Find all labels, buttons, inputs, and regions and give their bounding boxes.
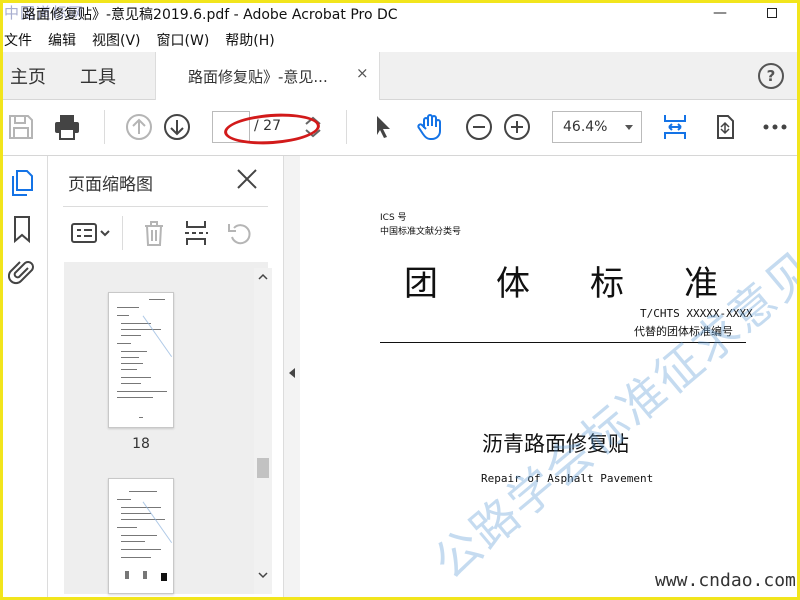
scrollbar-thumb[interactable] bbox=[257, 458, 269, 478]
toolbar-separator bbox=[346, 110, 347, 144]
panel-separator bbox=[122, 216, 123, 250]
zoom-dropdown[interactable]: 46.4% bbox=[552, 111, 642, 143]
hand-icon[interactable] bbox=[416, 112, 446, 142]
trash-icon[interactable] bbox=[140, 218, 168, 248]
thumbnails-list: 18 bbox=[64, 262, 268, 594]
rotate-view-icon[interactable] bbox=[710, 112, 740, 142]
chevron-down-icon bbox=[625, 125, 633, 130]
page-thumbnail[interactable] bbox=[108, 292, 174, 428]
toolbar: / 27 46.4% bbox=[0, 100, 800, 156]
menu-window[interactable]: 窗口(W) bbox=[157, 30, 210, 50]
save-icon[interactable] bbox=[6, 112, 36, 142]
heading-char: 团 bbox=[404, 264, 438, 304]
menu-edit[interactable]: 编辑 bbox=[48, 30, 76, 50]
document-tab-label: 路面修复贴》-意见... bbox=[188, 68, 328, 86]
page-thumbnails-panel: 页面缩略图 18 bbox=[48, 156, 284, 600]
toolbar-separator bbox=[104, 110, 105, 144]
tab-bar: 主页 工具 路面修复贴》-意见... × ? bbox=[0, 52, 800, 100]
scroll-up-icon[interactable] bbox=[257, 272, 269, 282]
document-view[interactable]: ICS 号 中国标准文献分类号 团 体 标 准 T/CHTS XXXXX-XXX… bbox=[300, 156, 800, 600]
zoom-in-icon[interactable] bbox=[502, 112, 532, 142]
ics-label: ICS 号 bbox=[380, 213, 407, 223]
attachments-icon[interactable] bbox=[8, 258, 36, 288]
collapse-panel-icon[interactable] bbox=[289, 368, 295, 378]
menu-view[interactable]: 视图(V) bbox=[92, 30, 141, 50]
next-page-icon[interactable] bbox=[162, 112, 192, 142]
heading-char: 体 bbox=[496, 264, 530, 304]
tab-home[interactable]: 主页 bbox=[10, 63, 46, 89]
bookmarks-icon[interactable] bbox=[8, 214, 36, 244]
menu-bar: 文件 编辑 视图(V) 窗口(W) 帮助(H) bbox=[0, 28, 800, 52]
panel-divider bbox=[63, 206, 268, 207]
more-icon[interactable] bbox=[760, 112, 790, 142]
print-icon[interactable] bbox=[52, 112, 82, 142]
extract-pages-icon[interactable] bbox=[182, 218, 210, 248]
window-title: 路面修复贴》-意见稿2019.6.pdf - Adobe Acrobat Pro… bbox=[22, 7, 398, 23]
menu-file[interactable]: 文件 bbox=[4, 30, 32, 50]
tab-tools[interactable]: 工具 bbox=[80, 63, 116, 89]
tab-document[interactable]: 路面修复贴》-意见... × bbox=[155, 52, 380, 100]
site-watermark: www.cndao.com bbox=[655, 570, 796, 591]
zoom-value: 46.4% bbox=[563, 119, 608, 135]
heading-char: 标 bbox=[590, 264, 624, 304]
thumbnail-page-number: 18 bbox=[132, 436, 150, 452]
thumbnail-options-icon[interactable] bbox=[70, 218, 112, 248]
navigation-rail bbox=[0, 156, 48, 600]
panel-title: 页面缩略图 bbox=[68, 175, 153, 195]
fit-page-icon[interactable] bbox=[660, 112, 690, 142]
select-cursor-icon[interactable] bbox=[368, 112, 398, 142]
close-icon[interactable] bbox=[234, 166, 260, 192]
minimize-icon[interactable]: — bbox=[705, 3, 735, 25]
page-thumbnail[interactable] bbox=[108, 478, 174, 594]
page-thumbnails-icon[interactable] bbox=[8, 168, 36, 198]
zoom-out-icon[interactable] bbox=[464, 112, 494, 142]
panel-splitter[interactable] bbox=[284, 156, 300, 600]
thumbnails-scrollbar[interactable] bbox=[254, 268, 272, 594]
prev-page-icon[interactable] bbox=[124, 112, 154, 142]
scroll-down-icon[interactable] bbox=[257, 570, 269, 580]
title-bar: 中国道标网 路面修复贴》-意见稿2019.6.pdf - Adobe Acrob… bbox=[0, 0, 800, 28]
help-icon[interactable]: ? bbox=[758, 63, 784, 89]
close-tab-icon[interactable]: × bbox=[356, 64, 369, 82]
maximize-icon[interactable] bbox=[757, 3, 787, 25]
rotate-icon[interactable] bbox=[224, 218, 252, 248]
classification-label: 中国标准文献分类号 bbox=[380, 227, 462, 237]
menu-help[interactable]: 帮助(H) bbox=[225, 30, 274, 50]
